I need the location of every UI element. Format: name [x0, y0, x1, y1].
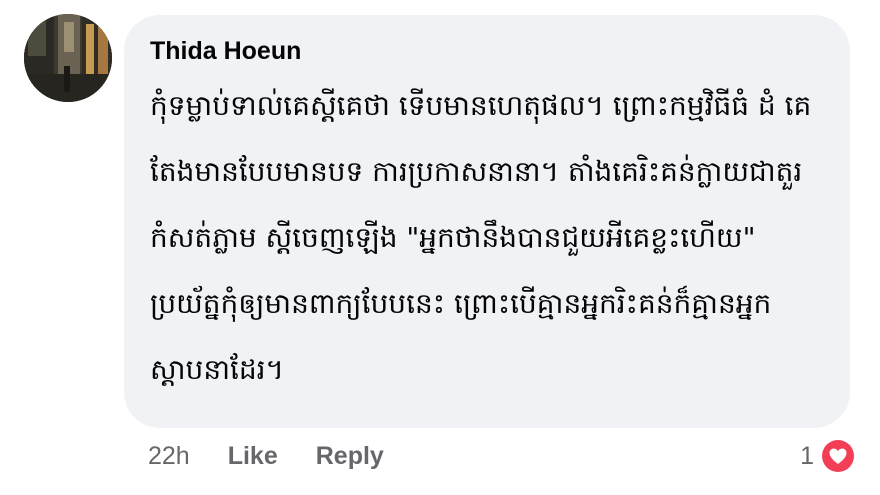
- comment: Thida Hoeun កុំទម្លាប់ទាល់គេស្តីគេថា ទើប…: [0, 0, 880, 495]
- timestamp[interactable]: 22h: [148, 442, 190, 471]
- reply-button[interactable]: Reply: [316, 442, 384, 471]
- comment-text: កុំទម្លាប់ទាល់គេស្តីគេថា ទើបមានហេតុផល។ ព…: [150, 89, 812, 386]
- avatar-photo: [24, 14, 112, 102]
- heart-icon: [820, 438, 856, 474]
- reactions-summary[interactable]: 1: [800, 436, 856, 476]
- comment-bubble: Thida Hoeun កុំទម្លាប់ទាល់គេស្តីគេថា ទើប…: [124, 15, 850, 428]
- author-name[interactable]: Thida Hoeun: [150, 35, 824, 67]
- comment-actions: 22h Like Reply: [148, 438, 422, 474]
- like-button[interactable]: Like: [228, 442, 278, 471]
- reaction-count: 1: [800, 441, 814, 470]
- avatar[interactable]: [24, 14, 112, 102]
